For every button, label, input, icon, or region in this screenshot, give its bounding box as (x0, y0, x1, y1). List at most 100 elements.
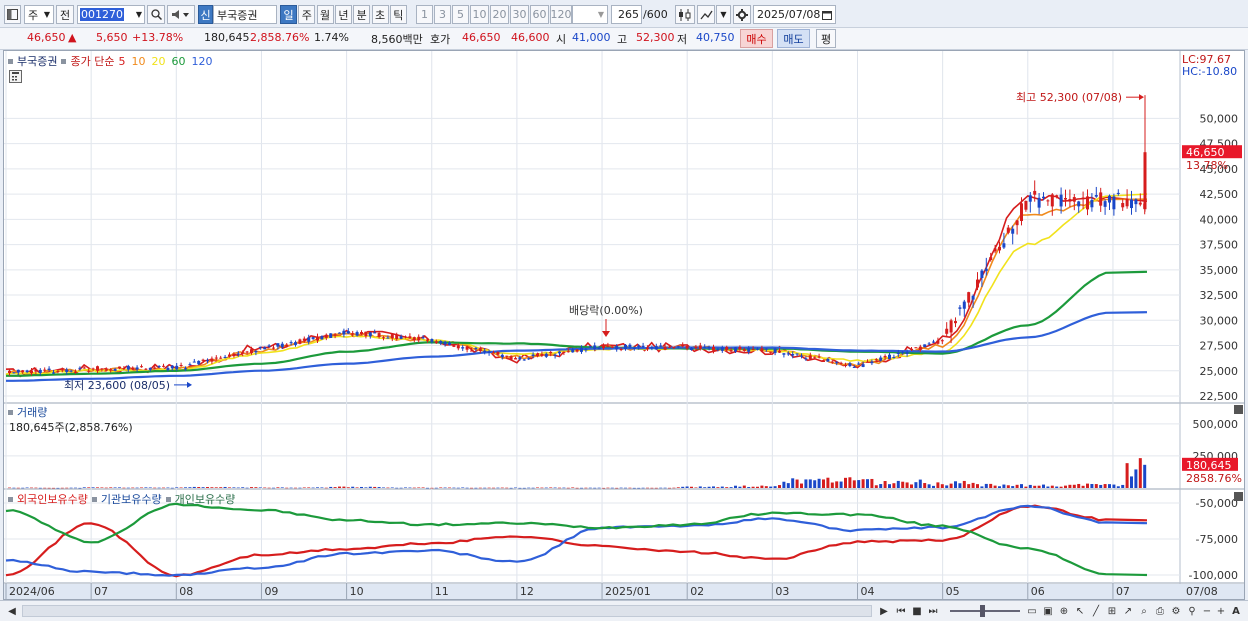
grid-icon[interactable]: ⊞ (1105, 604, 1119, 618)
ma-legend-item[interactable]: 10 (131, 55, 145, 68)
candle-body (857, 363, 861, 365)
stock-name-field[interactable]: 부국증권 (213, 5, 277, 24)
volume-bar (874, 485, 878, 488)
holdings-legend-item[interactable]: 개인보유수량 (175, 491, 236, 507)
zoom-out-icon[interactable]: − (1201, 604, 1213, 618)
volume-bar (245, 487, 249, 489)
interval-tab[interactable]: 5 (452, 5, 469, 24)
volume-bar (465, 487, 469, 489)
draw-tool-icon[interactable]: ↖ (1073, 604, 1087, 618)
volume-bar (82, 487, 86, 488)
interval-tab[interactable]: 1 (416, 5, 433, 24)
pointer-icon[interactable]: ↗ (1121, 604, 1135, 618)
volume-bar (25, 487, 29, 489)
volume-bar (628, 487, 632, 489)
scroll-left-icon[interactable]: ◀ (6, 604, 18, 618)
panel-close-icon[interactable] (1234, 405, 1243, 414)
prev-button[interactable]: 전 (56, 5, 74, 24)
ma-legend-item[interactable]: 20 (151, 55, 165, 68)
volume-bar (254, 487, 258, 488)
fast-forward-icon[interactable]: ⏭ (926, 604, 940, 618)
candle-body (558, 351, 561, 354)
period-tab[interactable]: 틱 (389, 5, 407, 24)
chevron-down-icon[interactable]: ▼ (716, 5, 731, 24)
high-label: 고 (617, 33, 628, 46)
config-icon[interactable]: ⚙ (1169, 604, 1183, 618)
volume-bar (945, 485, 949, 488)
volume-bar (852, 480, 856, 488)
count-input[interactable]: 265 (611, 5, 642, 24)
magnify-icon[interactable]: ⚲ (1185, 604, 1199, 618)
layout-icon[interactable]: ▭ (1025, 604, 1039, 618)
trend-tool-icon[interactable] (697, 5, 715, 24)
stock-code-input[interactable]: 001270 ▼ (77, 5, 145, 24)
volume-bar (606, 487, 610, 489)
scroll-right-icon[interactable]: ▶ (878, 604, 890, 618)
candle-type-icon[interactable] (675, 5, 695, 24)
volume-bar (1125, 463, 1129, 488)
date-input[interactable]: 2025/07/08 (753, 5, 836, 24)
settings-gear-icon[interactable] (733, 5, 751, 24)
volume-bar (712, 486, 715, 488)
ma-legend-item[interactable]: 60 (171, 55, 185, 68)
volume-bar (954, 481, 957, 488)
volume-bar (456, 487, 460, 489)
candle-body (69, 370, 73, 372)
candle-body (725, 346, 729, 351)
candle-body (157, 366, 161, 368)
type-select[interactable]: 주 ▼ (24, 5, 54, 24)
zoom-slider[interactable] (950, 610, 1020, 612)
candle-body (729, 350, 733, 352)
volume-bar (971, 482, 975, 488)
font-size-icon[interactable]: A (1229, 604, 1243, 618)
period-tab[interactable]: 주 (298, 5, 316, 24)
candle-body (276, 343, 280, 347)
candle-body (399, 336, 403, 339)
period-tab[interactable]: 년 (334, 5, 352, 24)
candle-body (122, 368, 126, 370)
zoom-in-icon[interactable]: + (1215, 604, 1227, 618)
interval-tab[interactable]: 120 (550, 5, 572, 24)
candle-body (355, 332, 359, 336)
date-value: 2025/07/08 (757, 8, 821, 21)
sell-button[interactable]: 매도 (777, 29, 810, 48)
zoom-icon[interactable]: ⌕ (1137, 604, 1151, 618)
holdings-legend-item[interactable]: 외국인보유수량 (17, 491, 88, 507)
rewind-icon[interactable]: ⏮ (894, 604, 908, 618)
period-tab[interactable]: 월 (316, 5, 334, 24)
volume-bar (857, 480, 861, 488)
volume-bar (795, 479, 799, 488)
interval-tab[interactable]: 30 (510, 5, 529, 24)
ma-legend-item[interactable]: 120 (191, 55, 212, 68)
volume-bar (390, 487, 394, 488)
stop-icon[interactable]: ■ (910, 604, 924, 618)
period-tab[interactable]: 일 (280, 5, 297, 24)
interval-tab[interactable]: 3 (434, 5, 451, 24)
holdings-legend-item[interactable]: 기관보유수량 (101, 491, 162, 507)
candle-body (813, 356, 817, 358)
speaker-icon[interactable] (167, 5, 195, 24)
scroll-track[interactable] (22, 605, 872, 617)
zoom-slider-thumb[interactable] (980, 605, 985, 617)
candle-body (562, 351, 566, 353)
ma-legend-item[interactable]: 5 (118, 55, 125, 68)
panel-close-icon[interactable] (1234, 492, 1243, 501)
search-icon[interactable] (147, 5, 165, 24)
interval-tab[interactable]: 20 (490, 5, 509, 24)
interval-dropdown[interactable]: ▼ (572, 5, 608, 24)
window-menu-icon[interactable] (4, 5, 21, 24)
crosshair-icon[interactable]: ⊕ (1057, 604, 1071, 618)
interval-tab[interactable]: 60 (530, 5, 549, 24)
period-tab[interactable]: 분 (353, 5, 371, 24)
chart-area[interactable]: 2024/06 07 08 09 10 11 12 2025/01 02 03 04 05 06 07 07… (3, 50, 1245, 600)
layout-icon[interactable]: ▣ (1041, 604, 1055, 618)
period-tab[interactable]: 초 (371, 5, 389, 24)
line-tool-icon[interactable]: ╱ (1089, 604, 1103, 618)
interval-tab[interactable]: 10 (470, 5, 489, 24)
x-axis-label: 12 (520, 585, 534, 598)
buy-button[interactable]: 매수 (740, 29, 773, 48)
calculator-icon[interactable] (9, 70, 22, 83)
volume-bar (610, 487, 614, 489)
eval-button[interactable]: 평 (816, 29, 836, 48)
print-icon[interactable]: ⎙ (1153, 604, 1167, 618)
